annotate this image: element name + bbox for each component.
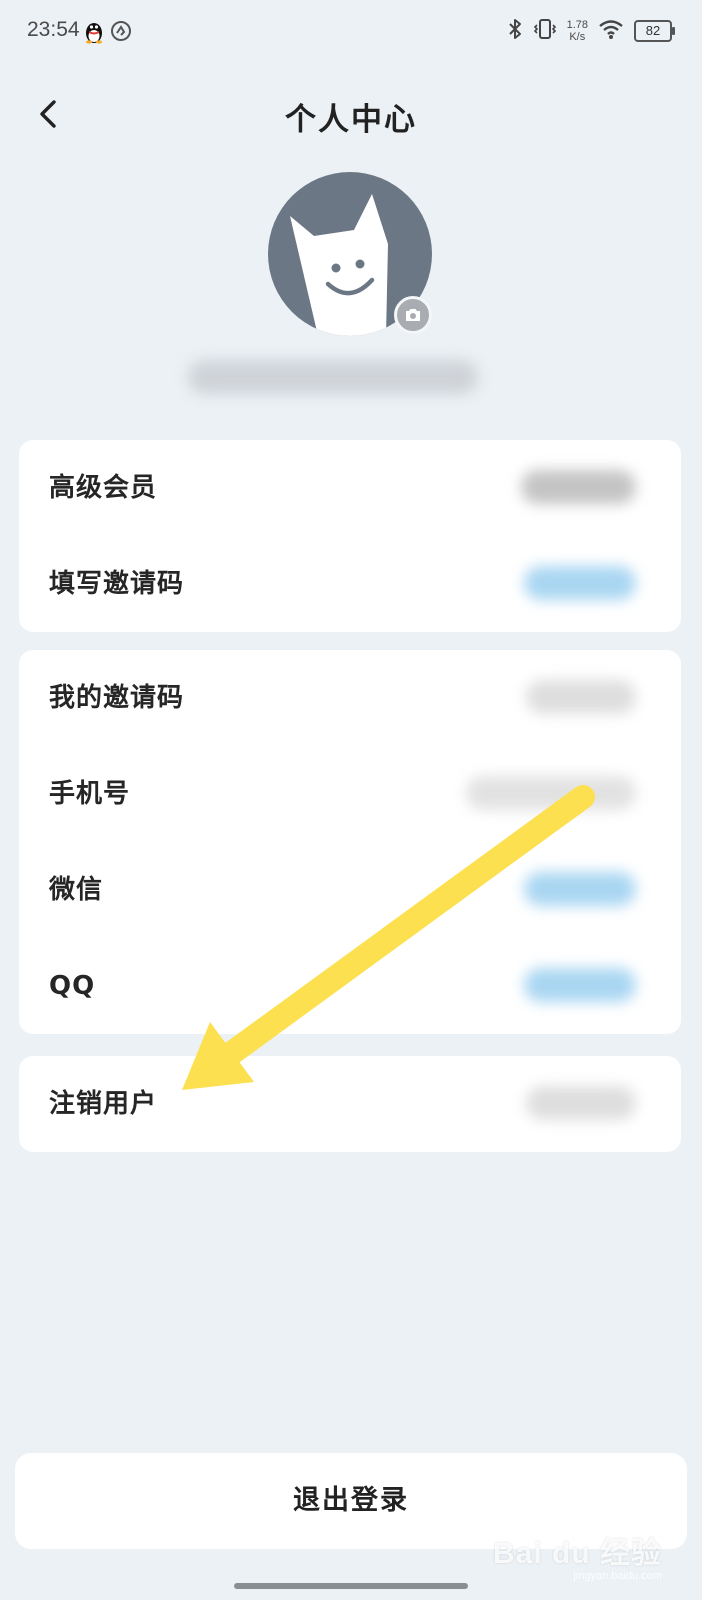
row-premium-member[interactable]: 高级会员 xyxy=(19,440,681,536)
row-wechat[interactable]: 微信 xyxy=(19,842,681,938)
row-qq[interactable]: QQ xyxy=(19,938,681,1034)
row-label: 高级会员 xyxy=(49,473,158,503)
row-label: 我的邀请码 xyxy=(49,683,185,713)
row-label: 注销用户 xyxy=(49,1089,158,1119)
avatar-area[interactable] xyxy=(268,172,432,336)
row-value xyxy=(524,968,636,1002)
row-label: 微信 xyxy=(49,875,104,905)
wifi-icon xyxy=(598,18,624,44)
camera-button[interactable] xyxy=(394,296,432,334)
row-value xyxy=(521,470,636,504)
row-enter-invite-code[interactable]: 填写邀请码 xyxy=(19,536,681,632)
status-bar: 23:54 1.78 K/s 82 xyxy=(0,0,702,64)
row-my-invite-code[interactable]: 我的邀请码 xyxy=(19,650,681,746)
page-title: 个人中心 xyxy=(285,102,417,138)
battery-icon: 82 xyxy=(634,20,675,42)
deregister-card: 注销用户 xyxy=(19,1056,681,1152)
membership-card: 高级会员 填写邀请码 xyxy=(19,440,681,632)
account-binding-card: 我的邀请码 手机号 微信 QQ xyxy=(19,650,681,1034)
home-indicator[interactable] xyxy=(234,1583,468,1589)
row-value xyxy=(466,776,636,810)
row-value xyxy=(526,680,636,714)
qq-penguin-icon xyxy=(84,20,104,48)
row-label: 填写邀请码 xyxy=(49,569,185,599)
bluetooth-icon xyxy=(507,17,523,45)
row-deregister-user[interactable]: 注销用户 xyxy=(19,1056,681,1152)
row-label: 手机号 xyxy=(49,779,131,809)
row-label: QQ xyxy=(49,971,96,1001)
camera-icon xyxy=(406,309,420,321)
status-time: 23:54 xyxy=(27,18,80,41)
header: 个人中心 xyxy=(0,80,702,150)
vibrate-icon xyxy=(533,17,557,45)
baidu-watermark: Bai du 经验 jingyan.baidu.com xyxy=(492,1537,662,1582)
personal-center-screen: 23:54 1.78 K/s 82 个人中心 高级会员 填写邀请码 我的邀请码 … xyxy=(0,0,702,1600)
row-value xyxy=(526,1086,636,1120)
row-value xyxy=(524,872,636,906)
notification-icon xyxy=(110,20,132,48)
row-value xyxy=(524,566,636,600)
net-speed: 1.78 K/s xyxy=(566,19,588,43)
username xyxy=(188,360,478,394)
row-phone-number[interactable]: 手机号 xyxy=(19,746,681,842)
